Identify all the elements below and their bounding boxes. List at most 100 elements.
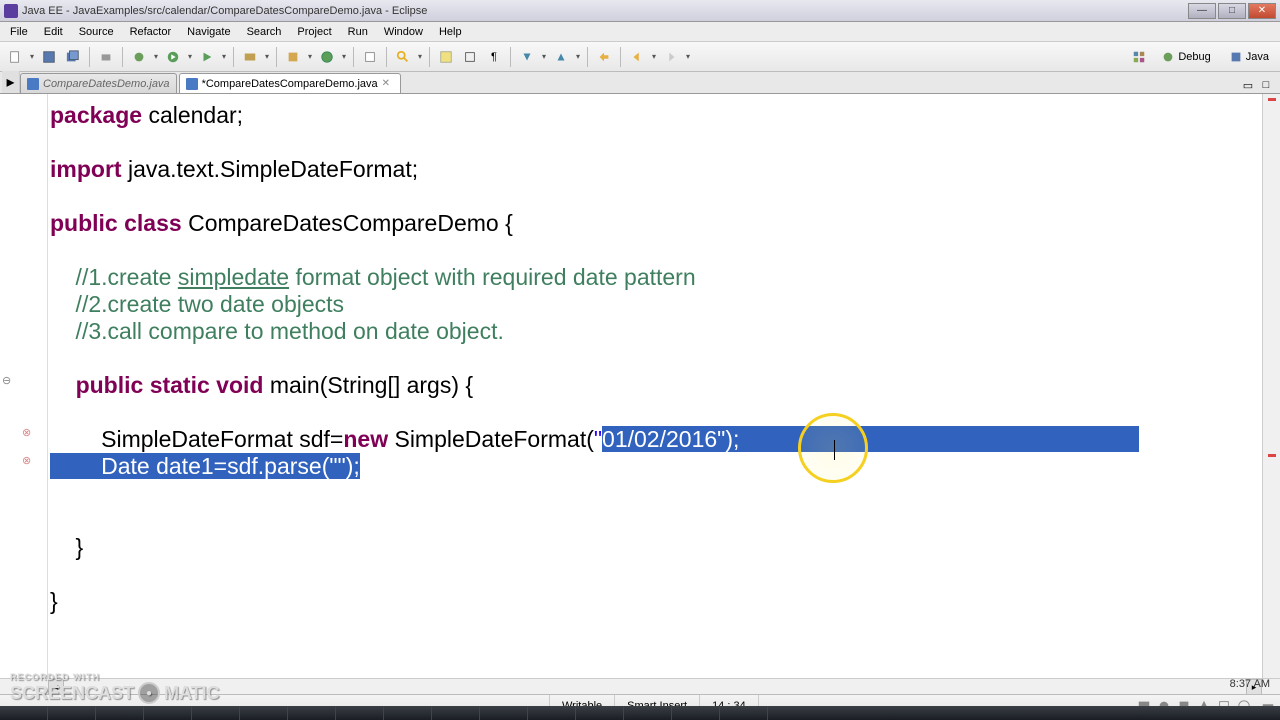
run-dropdown[interactable]: ▾: [186, 46, 194, 68]
window-title: Java EE - JavaExamples/src/calendar/Comp…: [22, 5, 427, 17]
left-trim[interactable]: ▸: [2, 71, 20, 93]
menu-edit[interactable]: Edit: [36, 24, 71, 40]
save-all-button[interactable]: [62, 46, 84, 68]
code-token: simpledate: [178, 264, 289, 290]
run-last-dropdown[interactable]: ▾: [220, 46, 228, 68]
code-token: //3.call compare to method on date objec…: [50, 318, 504, 344]
maximize-editor-button[interactable]: □: [1258, 77, 1274, 93]
maximize-button[interactable]: □: [1218, 3, 1246, 19]
java-file-icon: [186, 78, 198, 90]
code-token: //1.create: [50, 264, 178, 290]
search-dropdown[interactable]: ▾: [416, 46, 424, 68]
editor-gutter[interactable]: ⊖ ⊗ ⊗: [0, 94, 48, 678]
new-package-dropdown[interactable]: ▾: [306, 46, 314, 68]
editor-tab-1[interactable]: *CompareDatesCompareDemo.java ✕: [179, 73, 401, 93]
close-button[interactable]: ✕: [1248, 3, 1276, 19]
menu-run[interactable]: Run: [340, 24, 376, 40]
show-whitespace-button[interactable]: ¶: [483, 46, 505, 68]
new-server-dropdown[interactable]: ▾: [263, 46, 271, 68]
taskbar-item[interactable]: [720, 706, 768, 720]
code-token: 01/02/2016: [602, 426, 717, 452]
run-last-button[interactable]: [196, 46, 218, 68]
run-button[interactable]: [162, 46, 184, 68]
scroll-left-button[interactable]: ◂: [48, 679, 64, 695]
taskbar-item[interactable]: [240, 706, 288, 720]
prev-annotation-dropdown[interactable]: ▾: [574, 46, 582, 68]
next-annotation-dropdown[interactable]: ▾: [540, 46, 548, 68]
open-perspective-button[interactable]: [1128, 46, 1150, 68]
menu-source[interactable]: Source: [71, 24, 122, 40]
back-dropdown[interactable]: ▾: [650, 46, 658, 68]
new-class-button[interactable]: [316, 46, 338, 68]
taskbar-item[interactable]: [144, 706, 192, 720]
code-token: public: [50, 210, 118, 236]
taskbar-item[interactable]: [672, 706, 720, 720]
code-editor[interactable]: package calendar; import java.text.Simpl…: [48, 94, 1262, 678]
java-perspective[interactable]: Java: [1222, 47, 1276, 67]
taskbar-item[interactable]: [624, 706, 672, 720]
code-token: package: [50, 102, 142, 128]
new-class-dropdown[interactable]: ▾: [340, 46, 348, 68]
taskbar-item[interactable]: [384, 706, 432, 720]
eclipse-icon: [4, 4, 18, 18]
taskbar-item[interactable]: [48, 706, 96, 720]
taskbar-item[interactable]: [480, 706, 528, 720]
java-file-icon: [27, 78, 39, 90]
menu-help[interactable]: Help: [431, 24, 470, 40]
code-token: "": [329, 453, 345, 479]
back-button[interactable]: [626, 46, 648, 68]
horizontal-scrollbar[interactable]: ◂ ▸: [0, 678, 1280, 694]
taskbar-item[interactable]: [0, 706, 48, 720]
new-server-button[interactable]: [239, 46, 261, 68]
code-token: format object with required date pattern: [289, 264, 696, 290]
error-overview-mark[interactable]: [1268, 454, 1276, 457]
menu-file[interactable]: File: [2, 24, 36, 40]
error-marker-icon[interactable]: ⊗: [22, 426, 36, 440]
debug-button[interactable]: [128, 46, 150, 68]
window-title-bar: Java EE - JavaExamples/src/calendar/Comp…: [0, 0, 1280, 22]
last-edit-button[interactable]: [593, 46, 615, 68]
search-button[interactable]: [392, 46, 414, 68]
taskbar-item[interactable]: [576, 706, 624, 720]
code-token: class: [124, 210, 182, 236]
windows-taskbar[interactable]: [0, 706, 1280, 720]
forward-button[interactable]: [660, 46, 682, 68]
menu-window[interactable]: Window: [376, 24, 431, 40]
toggle-mark-button[interactable]: [435, 46, 457, 68]
error-overview-mark[interactable]: [1268, 98, 1276, 101]
debug-dropdown[interactable]: ▾: [152, 46, 160, 68]
java-perspective-label: Java: [1246, 51, 1269, 63]
code-token: SimpleDateFormat(: [388, 426, 594, 452]
next-annotation-button[interactable]: [516, 46, 538, 68]
code-token: }: [50, 588, 58, 614]
editor-tab-0[interactable]: CompareDatesDemo.java: [20, 73, 177, 93]
menu-project[interactable]: Project: [289, 24, 339, 40]
debug-perspective[interactable]: Debug: [1154, 47, 1217, 67]
print-button[interactable]: [95, 46, 117, 68]
prev-annotation-button[interactable]: [550, 46, 572, 68]
code-token: java.text.SimpleDateFormat;: [122, 156, 419, 182]
taskbar-item[interactable]: [432, 706, 480, 720]
toggle-block-button[interactable]: [459, 46, 481, 68]
menu-navigate[interactable]: Navigate: [179, 24, 238, 40]
minimize-editor-button[interactable]: ▭: [1240, 77, 1256, 93]
collapse-marker-icon[interactable]: ⊖: [2, 374, 16, 388]
taskbar-item[interactable]: [96, 706, 144, 720]
taskbar-item[interactable]: [192, 706, 240, 720]
error-marker-icon[interactable]: ⊗: [22, 454, 36, 468]
open-type-button[interactable]: [359, 46, 381, 68]
forward-dropdown[interactable]: ▾: [684, 46, 692, 68]
new-package-button[interactable]: [282, 46, 304, 68]
taskbar-item[interactable]: [288, 706, 336, 720]
save-button[interactable]: [38, 46, 60, 68]
menu-search[interactable]: Search: [239, 24, 290, 40]
new-dropdown[interactable]: ▾: [28, 46, 36, 68]
code-token: CompareDatesCompareDemo {: [182, 210, 513, 236]
menu-refactor[interactable]: Refactor: [122, 24, 180, 40]
new-button[interactable]: [4, 46, 26, 68]
tab-close-icon[interactable]: ✕: [382, 78, 394, 90]
taskbar-item[interactable]: [528, 706, 576, 720]
minimize-button[interactable]: —: [1188, 3, 1216, 19]
taskbar-item[interactable]: [336, 706, 384, 720]
overview-ruler[interactable]: [1262, 94, 1280, 678]
